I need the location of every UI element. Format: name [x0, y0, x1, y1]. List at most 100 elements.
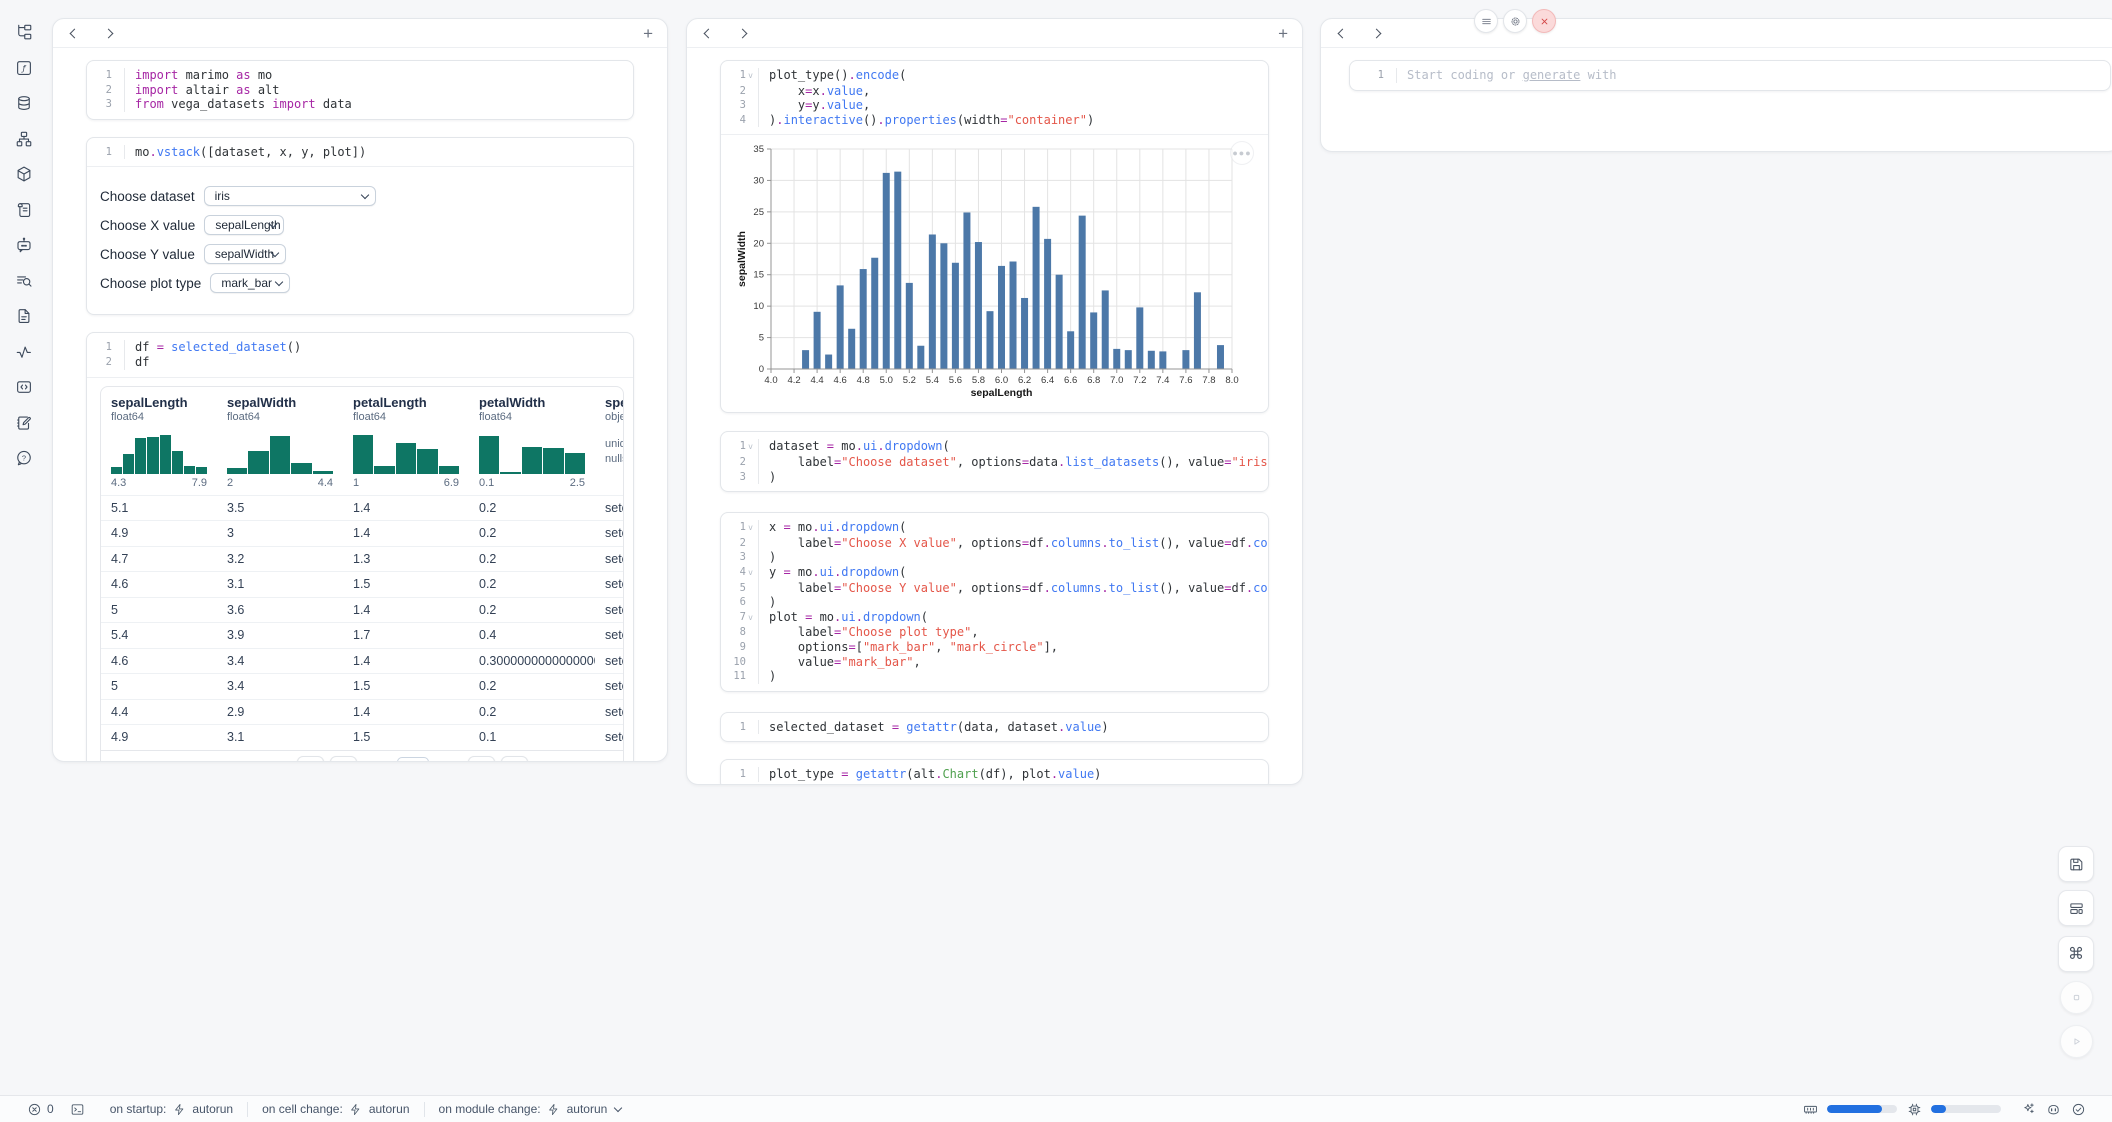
code-line[interactable]: 4y = mo.ui.dropdown(: [725, 565, 1260, 581]
layout-button[interactable]: [2058, 890, 2094, 926]
cell-empty[interactable]: 1 Start coding or generate with: [1349, 60, 2111, 91]
save-button[interactable]: [2058, 846, 2094, 882]
code-line[interactable]: 6): [725, 595, 1260, 610]
code-line[interactable]: 1x = mo.ui.dropdown(: [725, 520, 1260, 536]
code-line[interactable]: 3): [725, 470, 1260, 485]
connection-status-icon[interactable]: [2070, 1101, 2086, 1117]
chart-actions-button[interactable]: ●●●: [1230, 141, 1254, 165]
functions-icon[interactable]: ƒ: [15, 59, 33, 77]
terminal-icon[interactable]: [70, 1101, 86, 1117]
chat-icon[interactable]: [15, 236, 33, 254]
code-line[interactable]: 3from vega_datasets import data: [91, 97, 625, 112]
documentation-icon[interactable]: [15, 307, 33, 325]
code-editor[interactable]: 1selected_dataset = getattr(data, datase…: [721, 713, 1268, 742]
code-line[interactable]: 5 label="Choose Y value", options=df.col…: [725, 581, 1260, 596]
code-editor[interactable]: 1x = mo.ui.dropdown(2 label="Choose X va…: [721, 513, 1268, 691]
add-cell-button[interactable]: +: [643, 25, 653, 42]
dataset-dropdown[interactable]: iris: [204, 186, 376, 206]
code-line[interactable]: 9 options=["mark_bar", "mark_circle"],: [725, 640, 1260, 655]
cell-plot[interactable]: 1plot_type().encode(2 x=x.value,3 y=y.va…: [720, 60, 1269, 413]
code-line[interactable]: 2 label="Choose X value", options=df.col…: [725, 536, 1260, 551]
stop-button[interactable]: [2060, 981, 2093, 1014]
logs-icon[interactable]: [15, 201, 33, 219]
add-cell-button[interactable]: +: [1278, 25, 1288, 42]
cell-xy-dropdowns[interactable]: 1x = mo.ui.dropdown(2 label="Choose X va…: [720, 512, 1269, 692]
code-line[interactable]: 1dataset = mo.ui.dropdown(: [725, 439, 1260, 455]
help-icon[interactable]: ?: [15, 449, 33, 467]
scroll-left-button[interactable]: [701, 26, 715, 40]
code-line[interactable]: 2 label="Choose dataset", options=data.l…: [725, 455, 1260, 470]
code-line[interactable]: 3 y=y.value,: [725, 98, 1260, 113]
cell-dataset-dropdown[interactable]: 1dataset = mo.ui.dropdown(2 label="Choos…: [720, 431, 1269, 492]
code-line[interactable]: 2df: [91, 355, 625, 370]
download-button[interactable]: Download: [542, 760, 611, 762]
code-line[interactable]: 1 Start coding or generate with: [1354, 68, 2102, 83]
y-value-dropdown[interactable]: sepalWidth: [204, 244, 286, 264]
keyboard-shortcuts-button[interactable]: ⌘: [2058, 936, 2094, 972]
scratchpad-icon[interactable]: [15, 414, 33, 432]
code-editor[interactable]: 1import marimo as mo2import altair as al…: [87, 61, 633, 119]
prev-page-button[interactable]: ‹: [330, 756, 357, 762]
on-module-change-setting[interactable]: on module change: autorun: [439, 1101, 622, 1117]
scroll-left-button[interactable]: [67, 26, 81, 40]
cell-selected-dataset[interactable]: 1selected_dataset = getattr(data, datase…: [720, 712, 1269, 743]
column-header[interactable]: sepalWidthfloat6424.4: [217, 387, 343, 495]
column-header[interactable]: petalWidthfloat640.12.5: [469, 387, 595, 495]
code-editor[interactable]: 1 Start coding or generate with: [1350, 61, 2110, 90]
cell-vstack[interactable]: 1mo.vstack([dataset, x, y, plot]) Choose…: [86, 137, 634, 316]
column-header[interactable]: speciesobjectuniquenulls:: [595, 387, 624, 495]
scroll-right-button[interactable]: [1369, 26, 1383, 40]
code-line[interactable]: 1df = selected_dataset(): [91, 340, 625, 355]
column-header[interactable]: petalLengthfloat6416.9: [343, 387, 469, 495]
code-line[interactable]: 2 x=x.value,: [725, 84, 1260, 99]
cell-imports[interactable]: 1import marimo as mo2import altair as al…: [86, 60, 634, 120]
page-select[interactable]: 1: [397, 757, 430, 762]
code-line[interactable]: 11): [725, 669, 1260, 684]
code-line[interactable]: 2import altair as alt: [91, 83, 625, 98]
code-editor[interactable]: 1plot_type().encode(2 x=x.value,3 y=y.va…: [721, 61, 1268, 134]
menu-button[interactable]: [1474, 9, 1498, 33]
cell-plot-type[interactable]: 1plot_type = getattr(alt.Chart(df), plot…: [720, 759, 1269, 785]
ai-sparkles-icon[interactable]: [2020, 1101, 2036, 1117]
close-button[interactable]: [1532, 9, 1556, 33]
search-logs-icon[interactable]: [15, 272, 33, 290]
code-line[interactable]: 3): [725, 550, 1260, 565]
code-line[interactable]: 1plot_type().encode(: [725, 68, 1260, 84]
settings-button[interactable]: [1503, 9, 1527, 33]
scroll-left-button[interactable]: [1335, 26, 1349, 40]
plot-type-dropdown[interactable]: mark_bar: [210, 273, 290, 293]
datasources-icon[interactable]: [15, 94, 33, 112]
code-line[interactable]: 10 value="mark_bar",: [725, 655, 1260, 670]
code-line[interactable]: 8 label="Choose plot type",: [725, 625, 1260, 640]
on-startup-setting[interactable]: on startup: autorun: [110, 1101, 233, 1117]
dependency-graph-icon[interactable]: [15, 130, 33, 148]
first-page-button[interactable]: «: [297, 756, 324, 762]
packages-icon[interactable]: [15, 165, 33, 183]
code-line[interactable]: 4).interactive().properties(width="conta…: [725, 113, 1260, 128]
bar-chart[interactable]: 4.04.24.44.64.85.05.25.45.65.86.06.26.46…: [735, 143, 1240, 401]
scroll-right-button[interactable]: [735, 26, 749, 40]
column-header[interactable]: sepalLengthfloat644.37.9: [101, 387, 217, 495]
code-line[interactable]: 1plot_type = getattr(alt.Chart(df), plot…: [725, 767, 1260, 782]
snippets-icon[interactable]: [15, 378, 33, 396]
search-icon[interactable]: [113, 761, 127, 762]
cell-dataframe[interactable]: 1df = selected_dataset()2df sepalLengthf…: [86, 332, 634, 762]
code-line[interactable]: 1selected_dataset = getattr(data, datase…: [725, 720, 1260, 735]
copilot-icon[interactable]: [2045, 1101, 2061, 1117]
code-line[interactable]: 1mo.vstack([dataset, x, y, plot]): [91, 145, 625, 160]
last-page-button[interactable]: »: [501, 756, 528, 762]
on-cell-change-setting[interactable]: on cell change: autorun: [262, 1101, 409, 1117]
code-editor[interactable]: 1df = selected_dataset()2df: [87, 333, 633, 376]
run-button[interactable]: [2060, 1025, 2093, 1058]
errors-icon[interactable]: [26, 1101, 42, 1117]
scroll-right-button[interactable]: [101, 26, 115, 40]
code-editor[interactable]: 1plot_type = getattr(alt.Chart(df), plot…: [721, 760, 1268, 785]
file-tree-icon[interactable]: [15, 23, 33, 41]
tracing-icon[interactable]: [15, 343, 33, 361]
generate-link[interactable]: generate: [1523, 68, 1581, 82]
next-page-button[interactable]: ›: [468, 756, 495, 762]
code-editor[interactable]: 1mo.vstack([dataset, x, y, plot]): [87, 138, 633, 167]
code-line[interactable]: 7plot = mo.ui.dropdown(: [725, 610, 1260, 626]
code-editor[interactable]: 1dataset = mo.ui.dropdown(2 label="Choos…: [721, 432, 1268, 491]
x-value-dropdown[interactable]: sepalLength: [204, 215, 284, 235]
